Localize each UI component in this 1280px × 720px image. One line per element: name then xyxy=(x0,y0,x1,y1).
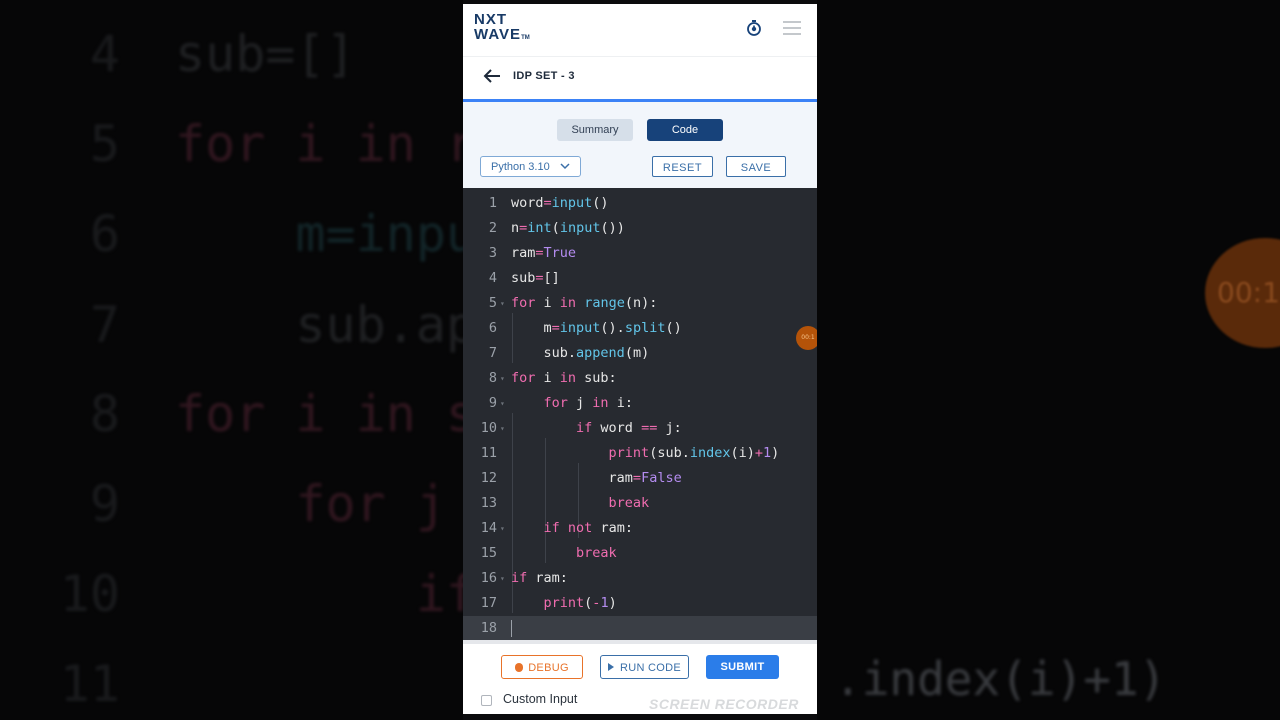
line-number: 14 xyxy=(480,520,497,536)
debug-button[interactable]: DEBUG xyxy=(501,655,583,679)
line-number: 5 xyxy=(488,295,497,311)
code-text: print(-1) xyxy=(543,595,617,611)
line-number: 16 xyxy=(480,570,497,586)
fold-caret-icon[interactable]: ▾ xyxy=(500,516,505,541)
hamburger-menu-icon[interactable] xyxy=(783,21,801,35)
back-arrow-icon[interactable] xyxy=(483,69,501,83)
custom-input-checkbox[interactable] xyxy=(481,695,492,706)
play-icon xyxy=(607,663,614,671)
line-number: 15 xyxy=(480,545,497,561)
run-code-button[interactable]: RUN CODE xyxy=(600,655,689,679)
code-line[interactable]: 1 word=input() xyxy=(463,191,817,216)
language-select[interactable]: Python 3.10 xyxy=(480,156,581,177)
reset-button[interactable]: RESET xyxy=(652,156,713,177)
page-header: IDP SET - 3 xyxy=(463,57,817,102)
code-line[interactable]: 6 m=input().split() xyxy=(463,316,817,341)
line-number: 12 xyxy=(480,470,497,486)
bg-right-text: .index(i)+1) xyxy=(834,652,1167,706)
custom-input-label: Custom Input xyxy=(503,692,578,706)
code-text: m=input().split() xyxy=(511,320,682,336)
code-text: if word == j: xyxy=(576,420,682,436)
line-number: 9 xyxy=(488,395,497,411)
stopwatch-icon[interactable] xyxy=(746,19,762,37)
line-number: 13 xyxy=(480,495,497,511)
code-text: print(sub.index(i)+1) xyxy=(608,445,780,461)
line-number: 4 xyxy=(488,270,497,286)
code-text: if ram: xyxy=(511,570,568,586)
line-number: 10 xyxy=(480,420,497,436)
code-text: for i in range(n): xyxy=(511,295,658,311)
line-number: 2 xyxy=(488,220,497,236)
page-title: IDP SET - 3 xyxy=(513,70,575,82)
fold-caret-icon[interactable]: ▾ xyxy=(500,291,505,316)
fold-caret-icon[interactable]: ▾ xyxy=(500,566,505,591)
code-editor[interactable]: 1 word=input() 2 n=int(input()) 3 ram=True 4 su… xyxy=(463,188,817,641)
code-line[interactable]: 14 ▾ if not ram: xyxy=(463,516,817,541)
line-number: 1 xyxy=(488,195,497,211)
language-select-value: Python 3.10 xyxy=(491,161,550,173)
code-line[interactable]: 3 ram=True xyxy=(463,241,817,266)
line-number: 8 xyxy=(488,370,497,386)
code-line[interactable]: 18 xyxy=(463,616,817,641)
code-text: sub.append(m) xyxy=(511,345,650,361)
code-line[interactable]: 10 ▾ if word == j: xyxy=(463,416,817,441)
code-line[interactable]: 2 n=int(input()) xyxy=(463,216,817,241)
code-text: break xyxy=(608,495,650,511)
code-line[interactable]: 17 print(-1) xyxy=(463,591,817,616)
line-number: 7 xyxy=(488,345,497,361)
code-line[interactable]: 7 sub.append(m) xyxy=(463,341,817,366)
line-number: 6 xyxy=(488,320,497,336)
app-screen: NXT WAVETM IDP SET - 3 Summary Code Pyth… xyxy=(463,4,817,714)
recording-badge[interactable]: 00:1 xyxy=(796,326,817,350)
code-text: for j in i: xyxy=(543,395,633,411)
code-line[interactable]: 16 ▾ if ram: xyxy=(463,566,817,591)
nxtwave-logo[interactable]: NXT WAVETM xyxy=(474,12,530,46)
code-line[interactable]: 11 print(sub.index(i)+1) xyxy=(463,441,817,466)
bug-icon xyxy=(515,663,524,672)
code-text: sub=[] xyxy=(511,270,560,286)
tab-summary[interactable]: Summary xyxy=(557,119,633,141)
save-button[interactable]: SAVE xyxy=(726,156,786,177)
code-text: ram=False xyxy=(511,470,682,486)
chevron-down-icon xyxy=(560,163,570,170)
editor-controls: Summary Code Python 3.10 RESET SAVE xyxy=(463,102,817,190)
text-cursor xyxy=(511,620,512,637)
submit-button[interactable]: SUBMIT xyxy=(706,655,779,679)
screen-recorder-watermark: SCREEN RECORDER xyxy=(649,696,799,712)
code-text: n=int(input()) xyxy=(511,220,625,236)
action-footer: DEBUG RUN CODE SUBMIT Custom Input SCREE… xyxy=(463,640,817,714)
line-number: 11 xyxy=(480,445,497,461)
line-number: 17 xyxy=(480,595,497,611)
code-text: for i in sub: xyxy=(511,370,617,386)
bg-dim-left xyxy=(0,0,463,720)
top-bar: NXT WAVETM xyxy=(463,4,817,57)
code-line[interactable]: 4 sub=[] xyxy=(463,266,817,291)
code-line[interactable]: 9 ▾ for j in i: xyxy=(463,391,817,416)
code-line[interactable]: 12 ram=False xyxy=(463,466,817,491)
code-text: break xyxy=(576,545,617,561)
code-line[interactable]: 8 ▾ for i in sub: xyxy=(463,366,817,391)
line-number: 3 xyxy=(488,245,497,261)
fold-caret-icon[interactable]: ▾ xyxy=(500,366,505,391)
code-text: word=input() xyxy=(511,195,609,211)
fold-caret-icon[interactable]: ▾ xyxy=(500,391,505,416)
code-line[interactable]: 5 ▾ for i in range(n): xyxy=(463,291,817,316)
bg-dim-right xyxy=(817,0,1280,720)
tab-code[interactable]: Code xyxy=(647,119,723,141)
code-line[interactable]: 15 break xyxy=(463,541,817,566)
code-line[interactable]: 13 break xyxy=(463,491,817,516)
fold-caret-icon[interactable]: ▾ xyxy=(500,416,505,441)
code-text: if not ram: xyxy=(543,520,633,536)
line-number: 18 xyxy=(480,620,497,636)
code-text: ram=True xyxy=(511,245,577,261)
